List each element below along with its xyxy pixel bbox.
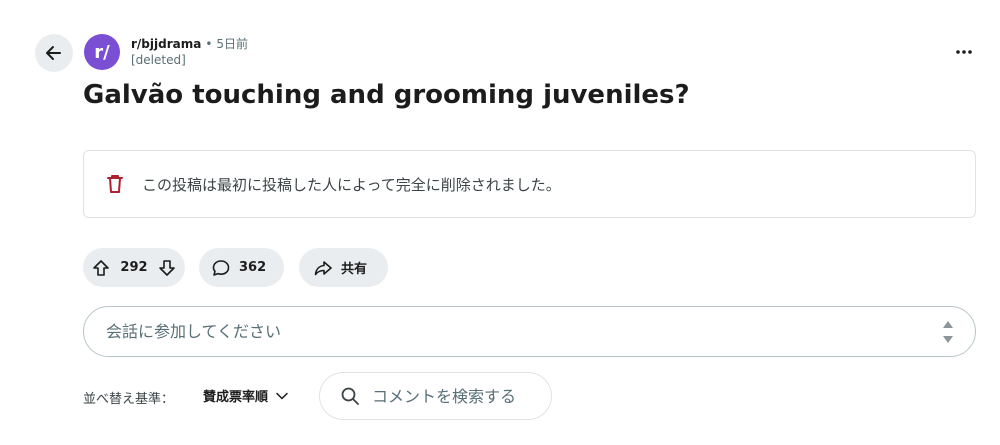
arrow-left-icon (46, 46, 61, 60)
trash-icon (104, 173, 126, 195)
back-button[interactable] (35, 34, 73, 72)
comment-search[interactable] (319, 372, 552, 420)
vote-count: 292 (120, 260, 148, 275)
subreddit-avatar[interactable]: r/ (84, 34, 120, 70)
comment-count: 362 (239, 260, 267, 275)
comment-input[interactable] (104, 321, 941, 342)
sort-dropdown[interactable]: 賛成票率順 (203, 386, 288, 405)
post-time: 5日前 (216, 37, 249, 51)
downvote-icon[interactable] (157, 258, 177, 278)
post-meta: r/bjjdrama • 5日前 [deleted] (131, 36, 248, 68)
chevron-down-icon (276, 392, 288, 400)
share-button[interactable]: 共有 (299, 248, 388, 287)
post-title: Galvão touching and grooming juveniles? (83, 80, 690, 110)
comment-search-input[interactable] (370, 385, 531, 407)
subreddit-link[interactable]: r/bjjdrama (131, 36, 201, 52)
deleted-notice: この投稿は最初に投稿した人によって完全に削除されました。 (83, 150, 976, 218)
expand-updown-icon[interactable] (941, 319, 955, 345)
more-dots-icon (956, 50, 972, 54)
search-icon (340, 386, 360, 406)
comment-bubble-icon (212, 259, 230, 276)
deleted-message: この投稿は最初に投稿した人によって完全に削除されました。 (142, 175, 561, 194)
sort-label: 並べ替え基準： (83, 392, 175, 407)
meta-separator: • (205, 37, 213, 51)
sort-selected: 賛成票率順 (203, 390, 269, 405)
more-options-button[interactable] (948, 36, 980, 68)
comment-composer[interactable] (83, 306, 976, 357)
share-label: 共有 (341, 262, 368, 277)
upvote-icon[interactable] (91, 258, 111, 278)
post-author: [deleted] (131, 53, 186, 67)
comments-button[interactable]: 362 (199, 248, 284, 287)
avatar-text: r/ (94, 41, 110, 63)
share-arrow-icon (314, 260, 332, 275)
vote-bar: 292 (83, 248, 185, 287)
